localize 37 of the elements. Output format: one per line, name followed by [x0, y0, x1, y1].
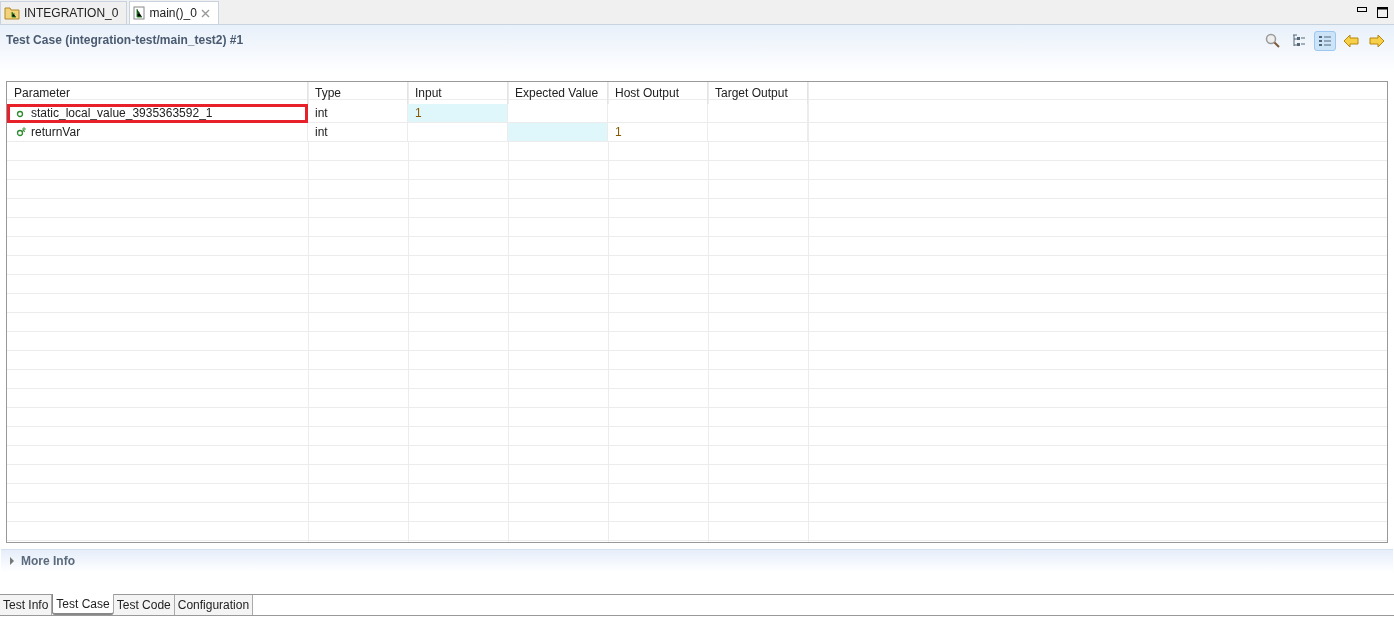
- tree-view-icon: [1292, 34, 1306, 48]
- table-cell[interactable]: [508, 104, 608, 123]
- editor-tab[interactable]: main()_0: [129, 1, 219, 24]
- table-cell[interactable]: int: [308, 123, 408, 142]
- tab-label: main()_0: [149, 6, 197, 20]
- page-tab[interactable]: Test Info: [0, 595, 53, 615]
- file-icon: [133, 6, 146, 20]
- left-arrow-icon: [1343, 34, 1359, 48]
- right-arrow-icon: [1369, 34, 1385, 48]
- table-cell[interactable]: [708, 104, 808, 123]
- toolbar-button[interactable]: [1314, 31, 1336, 51]
- table-cell[interactable]: 1: [608, 123, 708, 142]
- table-cell[interactable]: [508, 123, 608, 142]
- more-info-section[interactable]: More Info: [1, 549, 1393, 572]
- table-cell[interactable]: int: [308, 104, 408, 123]
- page-tab[interactable]: Configuration: [174, 595, 254, 615]
- minimize-icon[interactable]: [1357, 6, 1367, 12]
- caret-right-icon: [9, 557, 15, 565]
- page-tab[interactable]: Test Code: [113, 595, 175, 615]
- table-cell[interactable]: [608, 104, 708, 123]
- parameter-name: static_local_value_3935363592_1: [31, 106, 213, 120]
- tab-label: INTEGRATION_0: [24, 6, 119, 20]
- parameter-name: returnVar: [31, 125, 81, 139]
- maximize-icon[interactable]: [1377, 6, 1388, 18]
- return-variable-icon: [16, 127, 26, 137]
- section-label: More Info: [21, 554, 75, 568]
- folder-icon: [4, 6, 20, 20]
- editor-tab[interactable]: INTEGRATION_0: [0, 1, 128, 24]
- list-view-icon: [1318, 35, 1332, 47]
- section-title: Test Case (integration-test/main_test2) #1: [6, 33, 244, 47]
- page-tab[interactable]: Test Case: [52, 594, 114, 615]
- table-cell[interactable]: [408, 123, 508, 142]
- close-icon[interactable]: [200, 8, 210, 18]
- variable-icon: [16, 108, 26, 118]
- search-icon: [1265, 33, 1281, 49]
- parameter-cell[interactable]: static_local_value_3935363592_1: [7, 104, 308, 123]
- table-cell[interactable]: 1: [408, 104, 508, 123]
